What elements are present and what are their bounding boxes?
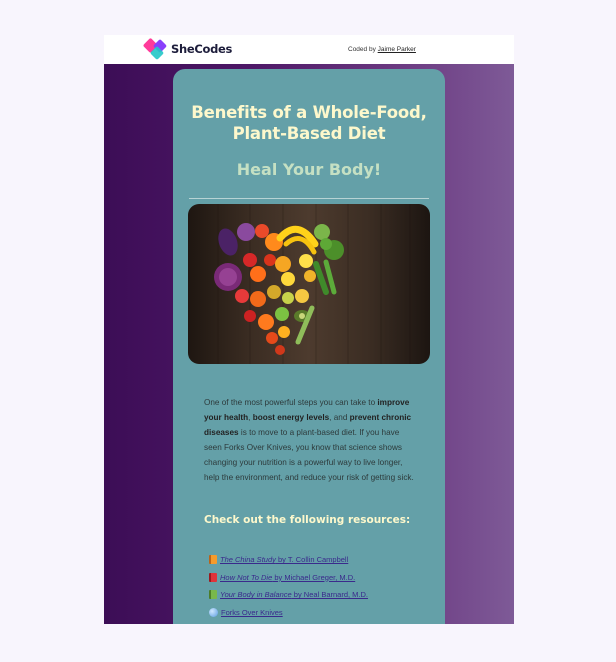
globe-icon: [209, 607, 218, 617]
orange-book-icon: [209, 555, 217, 565]
coded-by: Coded by Jaime Parker: [348, 46, 416, 53]
resources-heading: Check out the following resources:: [204, 514, 411, 526]
bold-energy: boost energy levels: [252, 413, 330, 422]
shecodes-logo-icon: [142, 37, 168, 61]
list-item: Forks Over Knives: [209, 604, 368, 622]
resource-link-body-in-balance[interactable]: Your Body in Balance by Neal Barnard, M.…: [220, 590, 368, 599]
red-book-icon: [209, 572, 217, 582]
resource-link-how-not-to-die[interactable]: How Not To Die by Michael Greger, M.D.: [220, 573, 355, 582]
page-title: Benefits of a Whole-Food, Plant-Based Di…: [191, 103, 427, 143]
resource-link-china-study[interactable]: The China Study by T. Collin Campbell: [220, 555, 348, 564]
hero-image: [188, 204, 430, 364]
green-book-icon: [209, 590, 217, 600]
author-link[interactable]: Jaime Parker: [378, 46, 416, 53]
resource-link-forks-over-knives[interactable]: Forks Over Knives: [221, 608, 283, 617]
resources-list: The China Study by T. Collin Campbell Ho…: [209, 551, 368, 624]
logo-text: SheCodes: [171, 42, 233, 56]
top-bar: SheCodes Coded by Jaime Parker: [104, 35, 514, 64]
list-item: How Not To Die by Michael Greger, M.D.: [209, 569, 368, 587]
divider: [189, 198, 429, 199]
list-item: The China Study by T. Collin Campbell: [209, 551, 368, 569]
list-item: [209, 621, 368, 624]
produce-heart: [214, 223, 344, 355]
page-background: Benefits of a Whole-Food, Plant-Based Di…: [104, 64, 514, 624]
list-item: Your Body in Balance by Neal Barnard, M.…: [209, 586, 368, 604]
shecodes-logo[interactable]: SheCodes: [142, 37, 233, 61]
page-subtitle: Heal Your Body!: [236, 160, 382, 179]
content-card: Benefits of a Whole-Food, Plant-Based Di…: [173, 69, 445, 624]
intro-paragraph: One of the most powerful steps you can t…: [204, 398, 414, 482]
